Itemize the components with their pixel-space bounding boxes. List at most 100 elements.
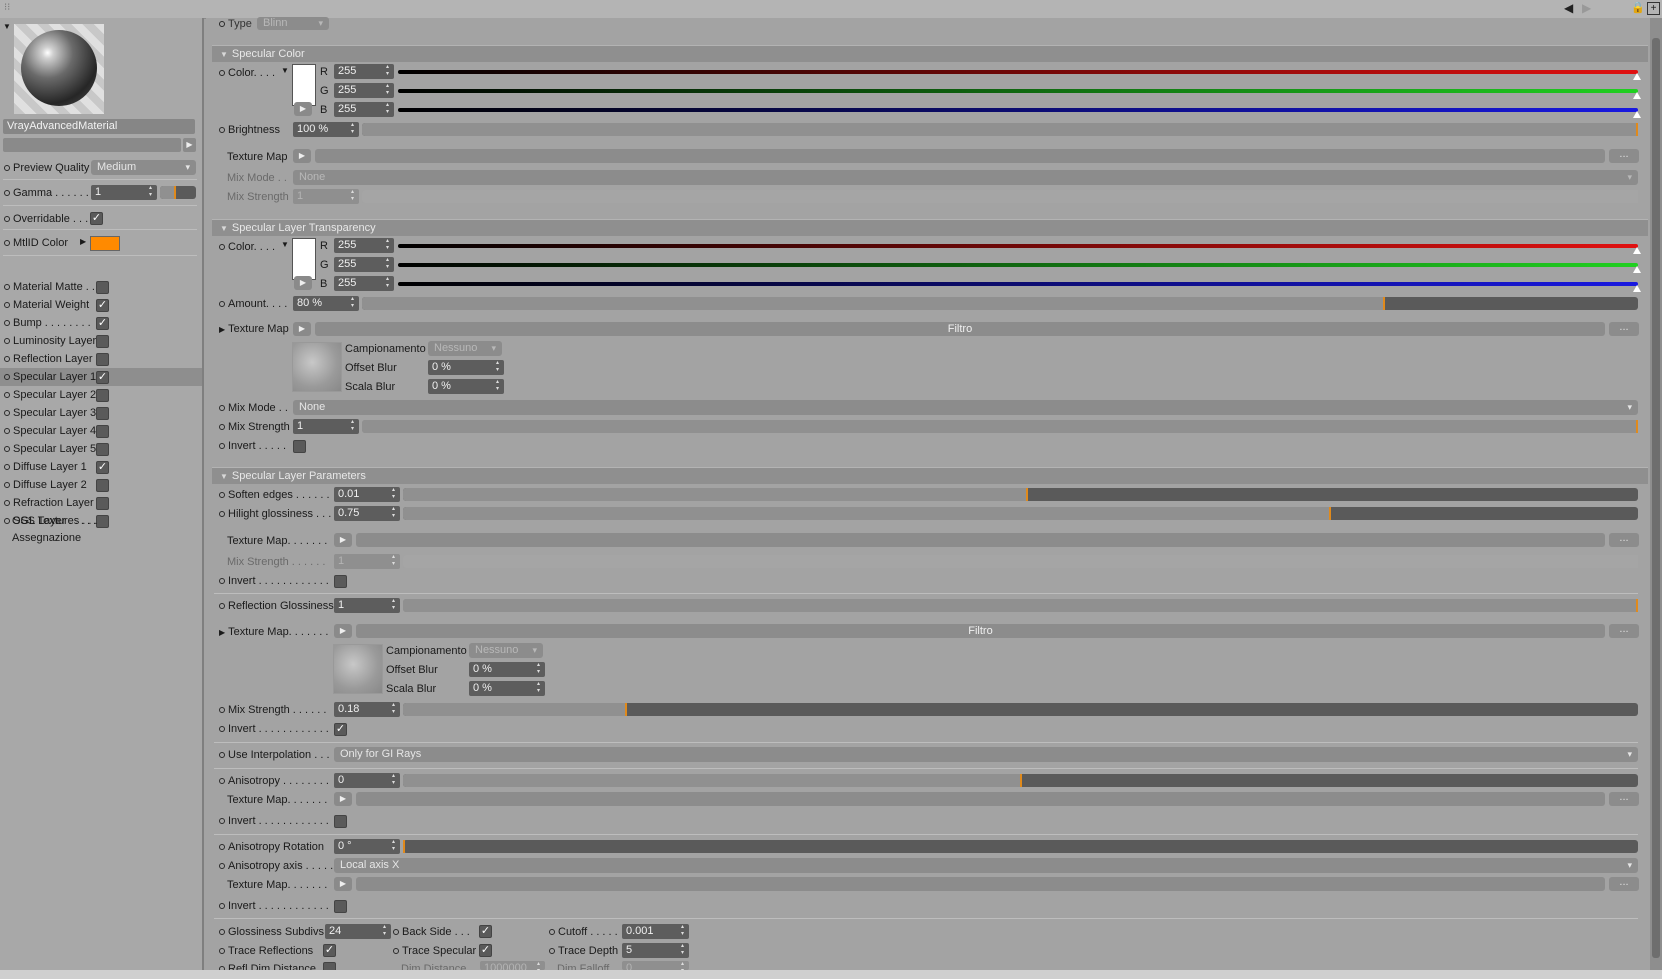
filter-thumbnail[interactable] [292,342,342,392]
channel-row[interactable]: Specular Layer 4 [0,422,202,440]
gamma-slider[interactable] [160,186,196,199]
overridable-checkbox[interactable]: ✓ [90,212,103,225]
hilight-glossiness-input[interactable]: 0.75 [334,506,400,521]
specular-b-slider[interactable] [398,108,1638,112]
channel-checkbox[interactable]: ✓ [96,371,109,384]
channel-row[interactable]: Reflection Layer [0,350,202,368]
transparency-filter-slot[interactable]: Filtro [315,322,1605,336]
invert-2-checkbox[interactable]: ✓ [334,723,347,736]
specular-texture-slot[interactable] [315,149,1605,163]
mtlid-color-swatch[interactable] [90,236,120,251]
channel-checkbox[interactable] [96,443,109,456]
anisotropy-axis-select[interactable]: Local axis X [334,858,1638,873]
scala-blur-input[interactable]: 0 % [428,379,504,394]
transparency-b-input[interactable]: 255 [334,276,394,291]
campionamento-select[interactable]: Nessuno [469,643,543,658]
axis-texture-slot[interactable] [356,877,1605,891]
assegnazione-item[interactable]: Assegnazione [12,530,81,546]
params-invert-checkbox[interactable] [334,575,347,588]
channel-row[interactable]: Specular Layer 1 ✓ [0,368,202,386]
channel-checkbox[interactable] [96,353,109,366]
transparency-mix-mode-select[interactable]: None [293,400,1638,415]
channel-checkbox[interactable] [96,497,109,510]
anisotropy-rotation-slider[interactable] [403,840,1638,853]
specular-color-swatch[interactable] [292,64,316,106]
back-arrow-icon[interactable]: ◀ [1564,1,1573,15]
channel-checkbox[interactable]: ✓ [96,317,109,330]
specular-g-slider[interactable] [398,89,1638,93]
anisotropy-input[interactable]: 0 [334,773,400,788]
soften-edges-input[interactable]: 0.01 [334,487,400,502]
params-texture-more-button[interactable]: ... [1609,533,1639,547]
r-slider-handle[interactable] [1633,247,1641,254]
specular-r-input[interactable]: 255 [334,64,394,79]
ogl-textures-item[interactable]: OGL Textures . . . [12,513,98,529]
color-options-button[interactable]: ▶ [294,102,312,116]
channel-checkbox[interactable]: ✓ [96,299,109,312]
campionamento-select[interactable]: Nessuno [428,341,502,356]
specular-mix-mode-select[interactable]: None [293,170,1638,185]
params-mix-strength-input[interactable]: 1 [334,554,400,569]
b-slider-handle[interactable] [1633,111,1641,118]
g-slider-handle[interactable] [1633,92,1641,99]
section-specular-color[interactable]: ▼ Specular Color [212,45,1648,62]
color-options-button[interactable]: ▶ [294,276,312,290]
back-side-checkbox[interactable]: ✓ [479,925,492,938]
channel-row[interactable]: Bump . . . . . . . . ✓ [0,314,202,332]
channel-checkbox[interactable] [96,425,109,438]
r-slider-handle[interactable] [1633,73,1641,80]
hilight-glossiness-slider[interactable] [403,507,1638,520]
transparency-invert-checkbox[interactable] [293,440,306,453]
aniso-texture-more-button[interactable]: ... [1609,792,1639,806]
channel-checkbox[interactable] [96,479,109,492]
transparency-r-slider[interactable] [398,244,1638,248]
scrollbar-thumb[interactable] [1652,38,1660,958]
channel-checkbox[interactable]: ✓ [96,461,109,474]
gamma-input[interactable]: 1 [91,185,157,200]
filter-thumbnail[interactable] [333,644,383,694]
channel-checkbox[interactable] [96,389,109,402]
material-preview[interactable] [14,24,104,114]
channel-row[interactable]: Refraction Layer [0,494,202,512]
specular-mix-strength-input[interactable]: 1 [293,189,359,204]
channel-row[interactable]: Specular Layer 2 [0,386,202,404]
axis-texture-more-button[interactable]: ... [1609,877,1639,891]
specular-r-slider[interactable] [398,70,1638,74]
soften-edges-slider[interactable] [403,488,1638,501]
lock-icon[interactable]: 🔒 [1631,1,1645,14]
reflection-glossiness-slider[interactable] [403,599,1638,612]
color-mode-dropdown-icon[interactable]: ▼ [281,66,289,75]
invert-3-checkbox[interactable] [334,815,347,828]
b-slider-handle[interactable] [1633,285,1641,292]
new-window-icon[interactable]: + [1647,2,1660,15]
preview-quality-select[interactable]: Medium [91,160,196,175]
channel-row[interactable]: Material Weight ✓ [0,296,202,314]
mix-strength-2-slider[interactable] [403,703,1638,716]
aniso-texture-arrow[interactable]: ▶ [334,792,352,806]
aniso-texture-slot[interactable] [356,792,1605,806]
brightness-input[interactable]: 100 % [293,122,359,137]
offset-blur-input[interactable]: 0 % [428,360,504,375]
cutoff-input[interactable]: 0.001 [622,924,689,939]
transparency-mix-strength-input[interactable]: 1 [293,419,359,434]
glossiness-subdivs-input[interactable]: 24 [325,924,391,939]
channel-row[interactable]: Diffuse Layer 2 [0,476,202,494]
invert-4-checkbox[interactable] [334,900,347,913]
refl-texture-arrow[interactable]: ▶ [334,624,352,638]
section-specular-transparency[interactable]: ▼ Specular Layer Transparency [212,219,1648,236]
anisotropy-rotation-input[interactable]: 0 ° [334,839,400,854]
specular-mix-strength-slider[interactable] [362,190,1638,203]
section-specular-parameters[interactable]: ▼ Specular Layer Parameters [212,467,1648,484]
transparency-g-slider[interactable] [398,263,1638,267]
collapse-icon[interactable]: ▼ [3,22,11,31]
channel-row[interactable]: Material Matte . . [0,278,202,296]
anisotropy-slider[interactable] [403,774,1638,787]
dim-distance-input[interactable]: 1000000 [480,961,545,975]
g-slider-handle[interactable] [1633,266,1641,273]
scala-blur-input[interactable]: 0 % [469,681,545,696]
color-mode-dropdown-icon[interactable]: ▼ [281,240,289,249]
trace-reflections-checkbox[interactable]: ✓ [323,944,336,957]
vertical-scrollbar[interactable] [1650,18,1662,970]
trace-specular-checkbox[interactable]: ✓ [479,944,492,957]
preview-arrow-icon[interactable]: ▶ [183,138,196,152]
